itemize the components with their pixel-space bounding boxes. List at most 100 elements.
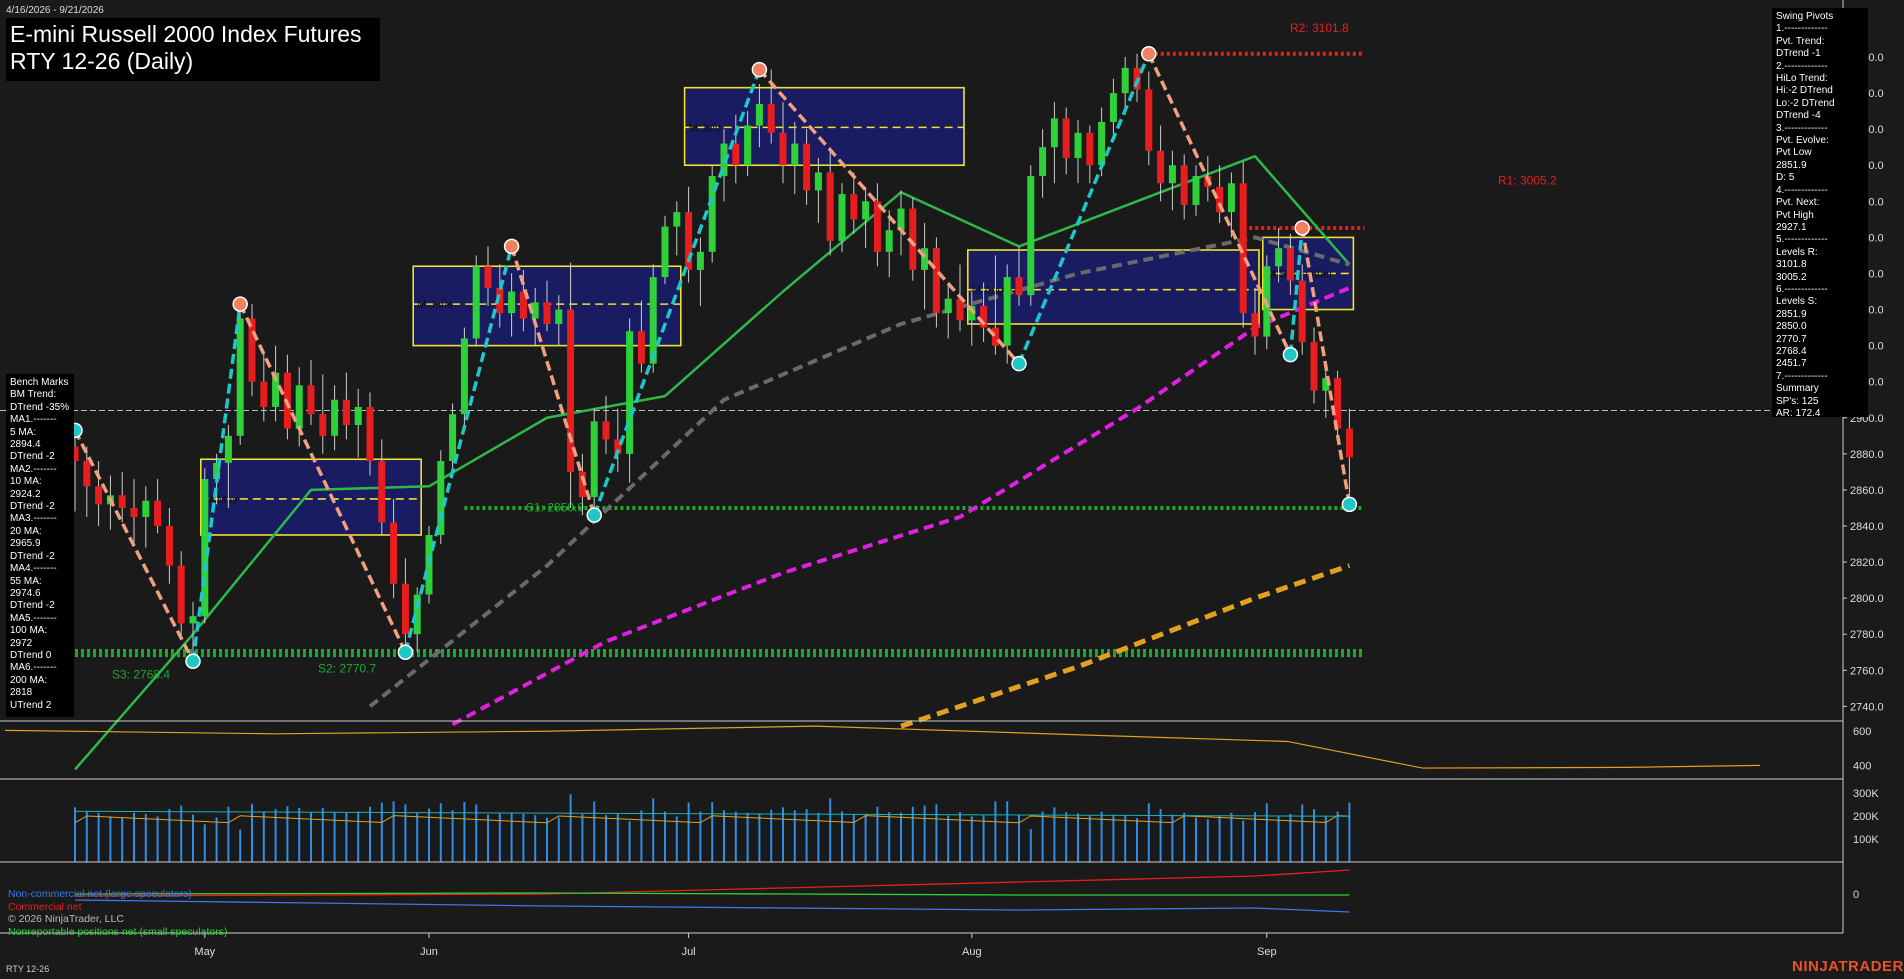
candle-body [165,525,173,566]
candle-body [862,201,870,220]
swing-pivots-line: 3101.8 [1776,259,1807,271]
candle-body [236,318,244,436]
swing-pivots-line: HiLo Trend: [1776,73,1828,85]
swing-pivots-line: 2851.9 [1776,159,1807,171]
nonreportable-legend: Nonreportable positions net (small specu… [8,925,228,938]
bench-marks-line: MA2.------- [10,463,57,475]
candle-body [1310,342,1318,391]
bench-marks-line: DTrend -2 [10,600,55,612]
footer-symbol: RTY 12-26 [6,964,50,974]
swing-pivots-line: 4.------------- [1776,184,1828,196]
bench-marks-line: BM Trend: [10,389,57,401]
candle-body [224,435,232,463]
value-area-label: M:July [689,122,721,134]
candle-body [307,385,315,415]
candle-body [142,500,150,517]
candle-body [673,212,681,227]
candle-body [755,103,763,126]
swing-pivots-line: AR: 172.4 [1776,408,1821,417]
bench-marks-line: DTrend 0 [10,649,52,661]
candle-body [1145,89,1153,151]
cot-legend: Non-commercial net (large speculators) C… [8,888,227,938]
volume-tick-label: 300K [1853,788,1879,800]
candle-body [154,500,162,526]
swing-pivot-marker [1341,496,1358,513]
swing-pivots-line: 2.------------- [1776,60,1828,72]
candle-body [449,414,457,462]
level-label: R1: 3005.2 [1498,174,1557,188]
candle-body [944,298,952,314]
swing-pivots-line: 5.------------- [1776,234,1828,246]
swing-pivot-marker [397,644,414,660]
bench-marks-line: Bench Marks [10,377,69,388]
candle-body [873,201,881,252]
bench-marks-line: 200 MA: [10,674,48,686]
swing-pivot-marker [1011,355,1027,372]
candle-body [118,495,126,508]
bench-marks-line: MA6.------- [10,662,57,674]
swing-pivot-marker [1294,220,1310,236]
candle-body [177,565,185,624]
candle-body [331,399,339,436]
swing-pivots-line: Levels S: [1776,296,1818,308]
swing-pivot-marker [751,61,768,78]
swing-pivots-line: 2851.9 [1776,308,1807,320]
date-range: 4/16/2026 - 9/21/2026 [6,5,104,16]
candle-body [885,230,893,252]
candle-body [390,522,398,584]
swing-pivots-line: Hi:-2 DTrend [1776,85,1833,97]
ninjatrader-logo: NINJATRADER [1792,958,1904,975]
candle-body [1003,277,1011,346]
swing-pivots-line: 2927.1 [1776,221,1807,233]
candle-body [1251,313,1259,337]
y-tick-label: 2820.0 [1850,557,1884,569]
swing-pivots-line: 2768.4 [1776,345,1807,357]
swing-pivots-line: D: 5 [1776,172,1795,184]
candle-body [1121,67,1129,94]
level-label: R2: 3101.8 [1290,21,1349,35]
candle-body [1086,132,1094,166]
swing-pivots-line: Pvt. Trend: [1776,35,1825,47]
candle-body [248,318,256,382]
bench-marks-line: 2818 [10,687,33,699]
candle-body [130,507,138,517]
bench-marks-line: MA3.------- [10,513,57,525]
atr-tick-label: 400 [1853,760,1871,772]
candle-body [779,132,787,166]
candle-body [1275,248,1283,267]
candle-body [460,338,468,415]
swing-pivots-line: Swing Pivots [1776,11,1834,22]
y-tick-label: 2780.0 [1850,629,1884,641]
noncommercial-legend: Non-commercial net (large speculators) [8,888,192,900]
swing-pivot-marker [185,653,201,670]
candle-body [1015,277,1023,296]
y-tick-label: 2860.0 [1850,485,1884,497]
swing-pivots-line: SP's: 125 [1776,395,1819,407]
volume-tick-label: 200K [1853,811,1879,823]
candle-body [260,381,268,407]
bench-marks-line: 2974.6 [10,587,41,599]
candle-body [637,331,645,364]
swing-pivots-line: Pvt. Evolve: [1776,135,1829,147]
bench-marks-line: 20 MA: [10,525,42,537]
x-tick-label: Aug [962,946,982,958]
candle-body [472,266,480,339]
x-tick-label: Jul [682,946,696,958]
bench-marks-line: UTrend 2 [10,699,52,711]
swing-pivots-box: Swing Pivots 1.------------- Pvt. Trend: DT… [1772,8,1868,417]
swing-pivots-line: Lo:-2 DTrend [1776,97,1835,109]
commercial-legend: Commercial net [8,900,82,913]
candle-body [83,461,91,487]
candle-body [1345,428,1353,458]
candle-body [319,414,327,436]
candle-body [295,385,303,429]
candle-body [744,125,752,166]
swing-pivots-line: 3.------------- [1776,122,1828,134]
x-tick-label: Sep [1257,946,1277,958]
price-chart[interactable]: M:MayM:JuneM:JulyM:AugustM:SeptemberR2: … [0,0,1904,979]
candle-body [1227,183,1235,213]
bench-marks-line: 100 MA: [10,625,48,637]
candle-body [1050,118,1058,148]
candle-body [649,277,657,364]
candle-body [1074,132,1082,159]
